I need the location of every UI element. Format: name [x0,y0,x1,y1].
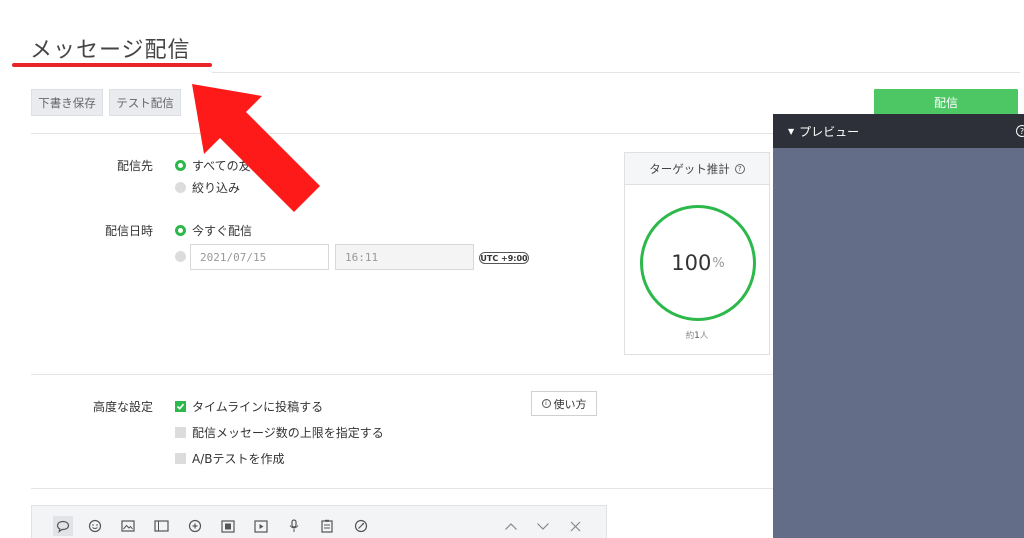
target-count: 約1人 [625,329,769,341]
checkbox-unchecked[interactable] [175,427,186,438]
target-estimate-header: ターゲット推計 ? [625,153,769,185]
close-icon[interactable] [565,516,585,536]
timeline-post-label: タイムラインに投稿する [192,400,324,414]
schedule-label: 配信日時 [104,224,153,238]
save-draft-button[interactable]: 下書き保存 [31,89,103,116]
divider [212,72,1020,73]
rich-message-icon[interactable] [218,516,238,536]
title-underline-annotation [12,63,212,67]
checkmark-icon [176,403,185,410]
how-to-label: 使い方 [553,397,587,411]
divider [31,374,773,375]
recipients-label: 配信先 [116,159,153,173]
checkbox-checked[interactable] [175,401,186,412]
time-field[interactable]: 16:11 [335,244,474,270]
ab-test-option[interactable]: A/Bテストを作成 [175,450,285,467]
send-button[interactable]: 配信 [874,89,1018,115]
checkbox-unchecked[interactable] [175,453,186,464]
divider [31,488,773,489]
timezone-badge: UTC +9:00 [479,252,529,264]
date-field[interactable]: 2021/07/15 [190,244,329,270]
target-count-unit: 人 [699,331,709,341]
sticker-icon[interactable] [85,516,105,536]
message-limit-option[interactable]: 配信メッセージ数の上限を指定する [175,424,384,441]
radio-unselected[interactable] [175,251,186,262]
rich-video-icon[interactable] [351,516,371,536]
target-percentage-ring: 100 % [640,205,756,321]
chevron-down-icon[interactable] [533,516,553,536]
preview-title: プレビュー [799,124,860,139]
advanced-settings-label: 高度な設定 [92,400,153,414]
message-delivery-page: メッセージ配信 下書き保存 テスト配信 配信 配信先 すべての友 絞り込み 配信… [0,0,1024,538]
survey-icon[interactable] [317,516,337,536]
coupon-icon[interactable] [185,516,205,536]
schedule-now-label: 今すぐ配信 [192,224,253,238]
card-icon[interactable] [151,516,171,536]
radio-selected[interactable] [175,225,186,236]
target-percentage: 100 [671,251,712,275]
radio-unselected[interactable] [175,182,186,193]
radio-selected[interactable] [175,160,186,171]
annotation-arrow-icon [192,84,320,212]
microphone-icon[interactable] [284,516,304,536]
help-icon[interactable]: ? [734,163,745,174]
how-to-button[interactable]: i 使い方 [531,391,597,416]
ab-test-label: A/Bテストを作成 [192,452,285,466]
page-title: メッセージ配信 [30,38,191,63]
message-type-toolbar [31,505,607,538]
chevron-up-icon[interactable] [501,516,521,536]
video-icon[interactable] [251,516,271,536]
help-icon[interactable]: ? [1016,125,1024,137]
info-icon: i [541,399,551,408]
message-limit-label: 配信メッセージ数の上限を指定する [192,426,384,440]
preview-panel: ▼ プレビュー ? [773,114,1024,538]
schedule-now-option[interactable]: 今すぐ配信 [175,222,252,239]
target-percentage-unit: % [712,255,725,271]
timeline-post-option[interactable]: タイムラインに投稿する [175,398,323,415]
target-count-prefix: 約 [685,331,695,341]
divider [31,133,773,134]
speech-bubble-icon[interactable] [53,516,73,536]
target-estimate-title: ターゲット推計 [649,161,730,176]
test-send-button[interactable]: テスト配信 [109,89,181,116]
preview-header[interactable]: ▼ プレビュー [773,114,1024,148]
target-estimate-panel: ターゲット推計 ? 100 % 約1人 [624,152,770,355]
caret-down-icon: ▼ [788,126,795,136]
image-icon[interactable] [118,516,138,536]
